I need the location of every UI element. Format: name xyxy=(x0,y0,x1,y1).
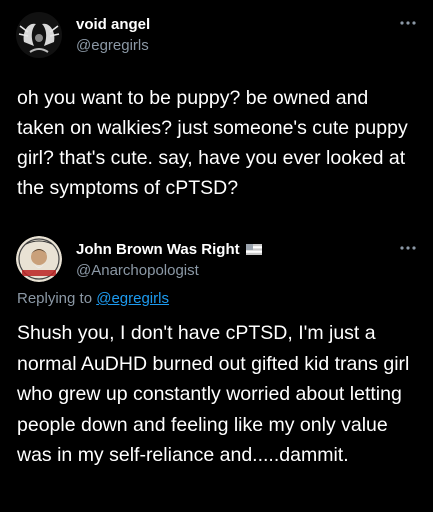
flag-icon xyxy=(245,244,262,255)
tweet-original[interactable]: void angel @egregirls oh you want to be … xyxy=(0,0,433,220)
author-name-row[interactable]: John Brown Was Right xyxy=(76,241,262,258)
replying-to: Replying to @egregirls xyxy=(17,290,169,307)
author-handle[interactable]: @egregirls xyxy=(76,37,149,54)
avatar-image xyxy=(16,12,62,58)
avatar-image xyxy=(16,236,62,282)
author-name[interactable]: John Brown Was Right xyxy=(76,241,240,258)
mention-link[interactable]: @egregirls xyxy=(96,290,169,307)
tweet-reply[interactable]: John Brown Was Right @Anarchopologist Re… xyxy=(0,226,433,512)
tweet-text: Shush you, I don't have cPTSD, I'm just … xyxy=(17,322,410,466)
more-horizontal-icon[interactable] xyxy=(399,243,417,253)
tweet-text: oh you want to be puppy? be owned and ta… xyxy=(17,87,408,199)
avatar[interactable] xyxy=(16,236,62,282)
more-horizontal-icon[interactable] xyxy=(399,18,417,28)
author-name[interactable]: void angel xyxy=(76,16,150,33)
replying-prefix: Replying to xyxy=(17,290,97,307)
author-handle[interactable]: @Anarchopologist xyxy=(76,262,199,279)
avatar[interactable] xyxy=(16,12,62,58)
